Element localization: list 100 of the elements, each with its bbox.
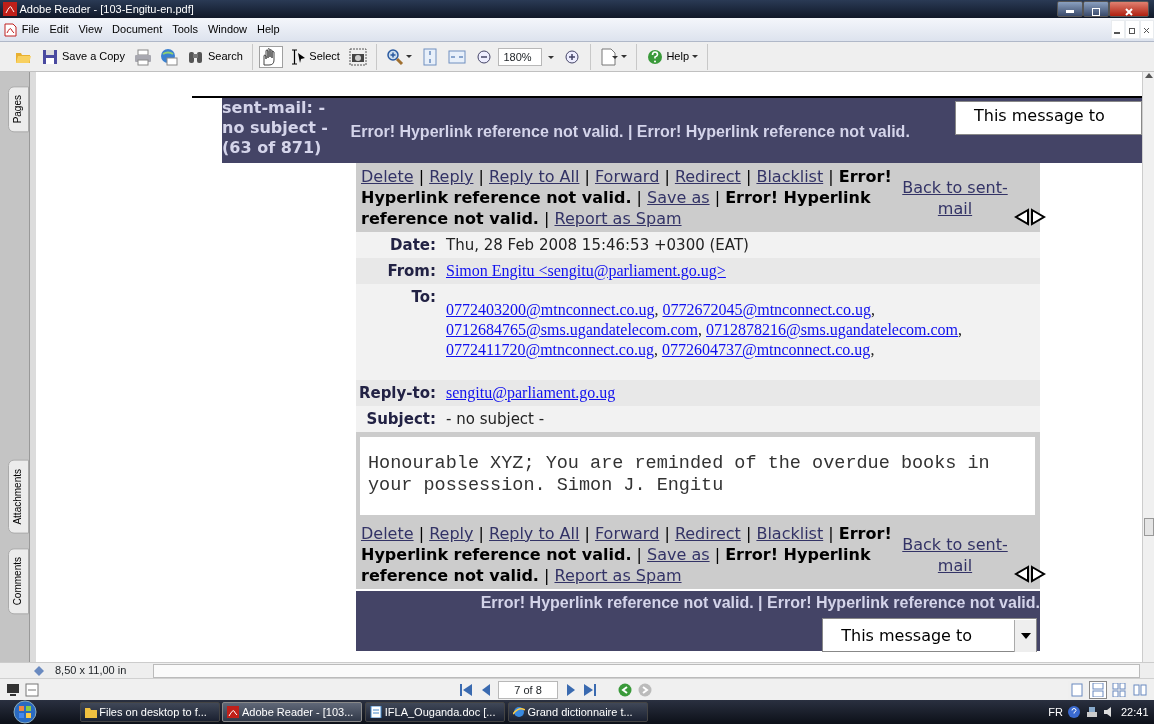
vertical-scrollbar[interactable] — [1142, 72, 1154, 662]
camera-icon — [348, 47, 367, 66]
action-link[interactable]: Redirect — [674, 524, 741, 543]
hand-button[interactable] — [258, 45, 283, 68]
taskbar-button[interactable]: Grand dictionnaire t... — [507, 702, 648, 722]
email-link[interactable]: 0772672045@mtnconnect.co.ug — [662, 301, 871, 318]
caret-icon — [691, 55, 698, 58]
menu-item[interactable]: Tools — [167, 21, 203, 38]
binoculars-button[interactable]: Search — [184, 45, 246, 68]
scroll-thumb[interactable] — [1143, 518, 1154, 536]
previous-arrow-icon[interactable] — [1014, 565, 1030, 584]
menu-item[interactable]: Document — [107, 21, 168, 38]
action-link[interactable]: Save as — [647, 188, 710, 207]
action-link[interactable]: Delete — [361, 524, 414, 543]
message-select[interactable]: This message to — [822, 617, 1038, 652]
action-link[interactable]: Reply — [429, 167, 474, 186]
monitor-icon[interactable] — [5, 682, 20, 697]
email-link[interactable]: 0772411720@mtnconnect.co.ug — [446, 341, 654, 358]
email-link[interactable]: sengitu@parliament.go.ug — [446, 384, 616, 401]
restore-icon — [1091, 8, 1100, 17]
taskbar-button[interactable]: IFLA_Ouganda.doc [... — [365, 702, 505, 722]
taskbar-button[interactable]: Files on desktop to f... — [79, 702, 220, 722]
pdf-document-icon — [227, 706, 240, 718]
previous-arrow-icon[interactable] — [1014, 208, 1030, 227]
action-link[interactable]: Report as Spam — [554, 566, 682, 585]
minimize-button[interactable] — [1056, 1, 1083, 17]
caret-icon — [1020, 632, 1031, 639]
close-icon — [1124, 8, 1133, 17]
view-mode-button[interactable] — [1089, 680, 1107, 699]
field-label: Date: — [389, 235, 436, 256]
single-page-icon — [1070, 682, 1085, 697]
horizontal-scrollbar[interactable] — [153, 663, 1140, 678]
network-icon[interactable] — [1085, 706, 1098, 718]
help-icon[interactable] — [1068, 706, 1081, 718]
action-link[interactable]: Forward — [594, 167, 660, 186]
separator-text: , — [870, 341, 875, 358]
next-arrow-icon[interactable] — [1030, 208, 1046, 227]
document-icon — [370, 706, 382, 718]
action-link[interactable]: Blacklist — [756, 167, 824, 186]
action-link[interactable]: Delete — [361, 167, 414, 186]
sidebar-tab[interactable]: Pages — [8, 86, 29, 133]
email-link[interactable]: 0772604737@mtnconnect.co.ug — [661, 341, 871, 358]
zoom-field[interactable]: 180% — [498, 47, 543, 66]
action-link[interactable]: Forward — [594, 524, 660, 543]
action-link[interactable]: Blacklist — [756, 524, 824, 543]
separator-text: , — [698, 321, 703, 338]
globe-mail-icon — [160, 47, 179, 66]
field-label: Subject: — [365, 409, 436, 430]
action-text: Delete | Reply | Reply to All | Forward | Redirect | Blacklist | Error! Hyperlink reference not valid. | Save as | Error! Hyperlink reference not valid. | Report as Spam — [361, 166, 893, 229]
message-title: sent-mail: - no subject - (63 of 871) — [222, 98, 329, 159]
language-indicator[interactable]: FR — [1048, 703, 1063, 721]
view-mode-button[interactable] — [1109, 680, 1128, 699]
taskbar-button[interactable]: Adobe Reader - [103... — [222, 702, 363, 722]
message-select[interactable]: This message to — [955, 100, 1142, 135]
separator-text: , — [653, 341, 658, 358]
restore-button[interactable] — [1125, 20, 1140, 39]
action-text: Delete | Reply | Reply to All | Forward | Redirect | Blacklist | Error! Hyperlink reference not valid. | Save as | Error! Hyperlink reference not valid. | Report as Spam — [361, 523, 893, 586]
menu-item[interactable]: Help — [252, 21, 285, 38]
fit-page-icon — [421, 47, 440, 66]
menu-item[interactable]: View — [73, 21, 108, 38]
help-icon — [645, 47, 664, 66]
window-title: Adobe Reader - [103-Engitu-en.pdf] — [19, 1, 195, 17]
next-arrow-icon[interactable] — [1030, 565, 1046, 584]
page-number-field[interactable]: 7 of 8 — [498, 680, 558, 699]
action-link[interactable]: Redirect — [674, 167, 741, 186]
save-button[interactable]: Save a Copy — [38, 45, 128, 68]
back-link[interactable]: Back to sent-mail — [896, 533, 1014, 576]
restore-icon — [1128, 26, 1136, 34]
action-link[interactable]: Reply — [429, 524, 474, 543]
field-label: Reply-to: — [357, 383, 436, 404]
zoom-in-icon — [385, 47, 404, 66]
close-button[interactable] — [1108, 1, 1149, 17]
menu-item[interactable]: Edit — [44, 21, 74, 38]
field-label: To: — [410, 287, 436, 308]
email-link[interactable]: Simon Engitu <sengitu@parliament.go.ug> — [446, 262, 726, 279]
first-page-icon[interactable] — [459, 682, 473, 697]
maximize-button[interactable] — [1082, 1, 1109, 17]
last-page-icon[interactable] — [583, 682, 597, 697]
app-logo-icon — [2, 2, 17, 16]
pdf-document-icon — [2, 22, 17, 37]
error-text: Error! Hyperlink reference not valid. | Error! Hyperlink reference not valid. — [350, 121, 910, 142]
back-icon[interactable] — [618, 682, 632, 697]
separator-text: , — [958, 321, 963, 338]
email-link[interactable]: 0772403200@mtnconnect.co.ug — [446, 301, 655, 318]
folder-icon — [84, 706, 97, 718]
back-link[interactable]: Back to sent-mail — [896, 176, 1014, 219]
sidebar-tab[interactable]: Attachments — [8, 460, 29, 534]
action-link[interactable]: Report as Spam — [554, 209, 682, 228]
separator-text: , — [870, 301, 875, 318]
field-value: Thu, 28 Feb 2008 15:46:53 +0300 (EAT) — [446, 236, 749, 254]
menu-item[interactable]: File — [16, 21, 45, 38]
browser-icon — [512, 706, 525, 718]
menu-item[interactable]: Window — [202, 21, 253, 38]
action-link[interactable]: Save as — [647, 545, 710, 564]
sidebar-tab[interactable]: Comments — [8, 547, 29, 615]
action-link[interactable]: Reply to All — [489, 167, 580, 186]
text-cursor-button[interactable]: Select — [285, 45, 343, 68]
action-link[interactable]: Reply to All — [489, 524, 580, 543]
caret-icon — [620, 55, 627, 58]
help-button[interactable]: Help — [642, 45, 701, 68]
